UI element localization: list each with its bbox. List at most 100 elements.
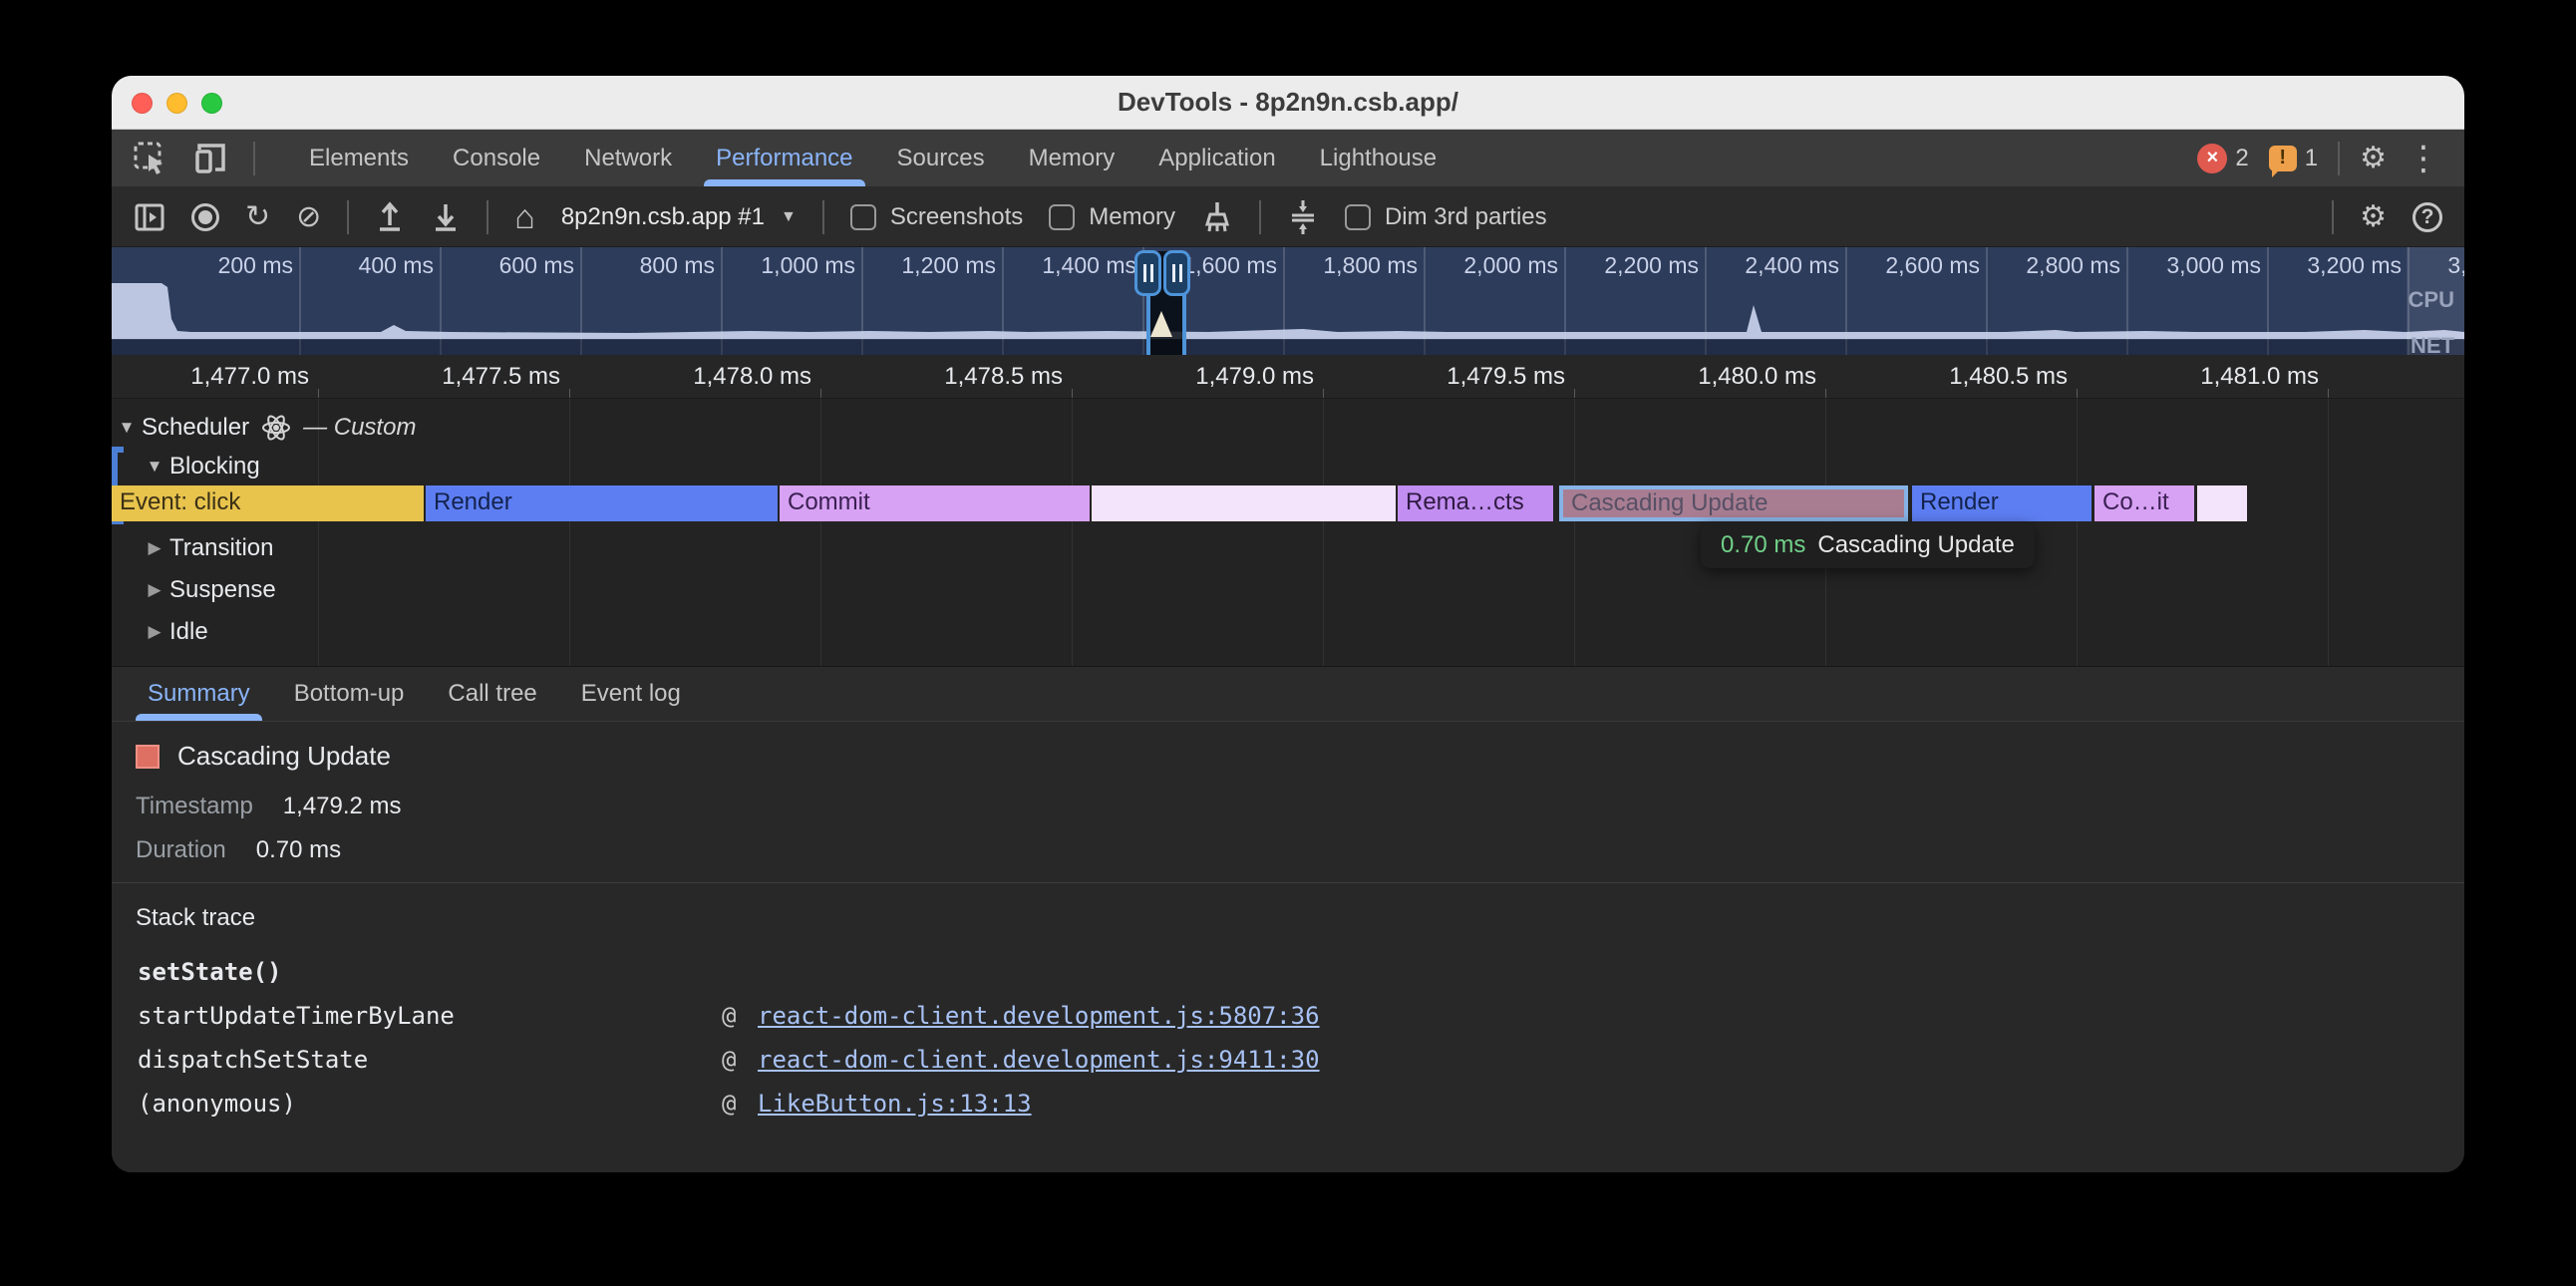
tab-console[interactable]: Console	[431, 130, 562, 186]
event-tooltip: 0.70 ms Cascading Update	[1701, 522, 2035, 568]
tooltip-duration: 0.70 ms	[1721, 531, 1805, 559]
expand-triangle-icon[interactable]: ▼	[140, 457, 169, 477]
ruler-tick: 1,481.0 ms	[2078, 355, 2329, 399]
close-window-button[interactable]	[132, 93, 153, 114]
checkbox-box	[1345, 204, 1371, 230]
details-tab-summary[interactable]: Summary	[126, 667, 272, 721]
warning-badge[interactable]: ! 1	[2269, 145, 2318, 172]
issues-icon: !	[2269, 146, 2297, 171]
track-idle[interactable]: ▶ Idle	[112, 613, 2464, 651]
flame-bar-unnamed[interactable]	[2197, 485, 2247, 521]
stack-at-symbol: @	[722, 1090, 736, 1118]
devtools-tabbar: ElementsConsoleNetworkPerformanceSources…	[112, 130, 2464, 187]
track-transition[interactable]: ▶ Transition	[112, 529, 2464, 567]
tabbar-divider	[253, 142, 255, 175]
stack-fn: (anonymous)	[138, 1090, 296, 1118]
device-toolbar-icon[interactable]	[193, 142, 227, 175]
network-lane	[112, 339, 2464, 355]
record-button[interactable]	[191, 203, 219, 231]
tab-sources[interactable]: Sources	[875, 130, 1007, 186]
collapsed-triangle-icon[interactable]: ▶	[140, 580, 169, 600]
perfbar-right: ⚙ ?	[2332, 200, 2442, 234]
track-suspense[interactable]: ▶ Suspense	[112, 571, 2464, 609]
cpu-spike-highlight	[1150, 311, 1172, 337]
ruler-tick: 1,477.5 ms	[319, 355, 570, 399]
stack-link[interactable]: react-dom-client.development.js:5807:36	[758, 1002, 1320, 1030]
toolbar-divider-3	[822, 200, 824, 234]
tab-network[interactable]: Network	[562, 130, 694, 186]
stack-link[interactable]: LikeButton.js:13:13	[758, 1090, 1032, 1118]
toolbar-divider-4	[1259, 200, 1261, 234]
window-title: DevTools - 8p2n9n.csb.app/	[1118, 87, 1458, 118]
ruler-tick: 1,480.5 ms	[1826, 355, 2078, 399]
flame-bar-render[interactable]: Render	[426, 485, 778, 521]
flame-chart[interactable]: ▼ Scheduler — Custom ▼ Blocking E	[112, 399, 2464, 666]
flame-bar-cascading-update[interactable]: Cascading Update	[1559, 485, 1908, 521]
selection-handle-left[interactable]	[1134, 250, 1161, 296]
flame-bar-event-click[interactable]: Event: click	[112, 485, 424, 521]
zoom-window-button[interactable]	[201, 93, 222, 114]
minimize-window-button[interactable]	[166, 93, 187, 114]
flame-bar-render[interactable]: Render	[1912, 485, 2092, 521]
collapse-view-icon[interactable]	[1287, 200, 1319, 234]
flame-bar-co-it[interactable]: Co…it	[2094, 485, 2194, 521]
tab-elements[interactable]: Elements	[287, 130, 431, 186]
ruler-tick: 1,477.0 ms	[112, 355, 319, 399]
chevron-down-icon: ▼	[781, 208, 797, 226]
dim-third-parties-label: Dim 3rd parties	[1385, 203, 1547, 231]
stack-fn: dispatchSetState	[138, 1046, 368, 1074]
inspect-element-icon[interactable]	[134, 142, 167, 175]
error-count: 2	[2235, 145, 2248, 172]
help-icon[interactable]: ?	[2413, 202, 2442, 232]
details-tab-call-tree[interactable]: Call tree	[426, 667, 558, 721]
error-badge[interactable]: × 2	[2197, 144, 2248, 173]
stack-fn: startUpdateTimerByLane	[138, 1002, 455, 1030]
collapsed-triangle-icon[interactable]: ▶	[140, 538, 169, 558]
toggle-sidebar-icon[interactable]	[134, 201, 165, 233]
ruler-tick: 1,479.0 ms	[1073, 355, 1324, 399]
flame-bar-commit[interactable]: Commit	[780, 485, 1090, 521]
expand-triangle-icon[interactable]: ▼	[112, 418, 142, 438]
flame-bar-rema-cts[interactable]: Rema…cts	[1398, 485, 1553, 521]
toolbar-divider-1	[347, 200, 349, 234]
stack-frame: setState()	[138, 958, 2464, 1002]
memory-checkbox[interactable]: Memory	[1049, 203, 1175, 231]
details-tabbar: SummaryBottom-upCall treeEvent log	[112, 666, 2464, 722]
track-scheduler[interactable]: ▼ Scheduler — Custom	[112, 409, 2464, 447]
tooltip-label: Cascading Update	[1817, 531, 2014, 559]
tab-application[interactable]: Application	[1136, 130, 1297, 186]
checkbox-box	[850, 204, 876, 230]
tab-memory[interactable]: Memory	[1007, 130, 1137, 186]
settings-gear-icon[interactable]: ⚙	[2360, 144, 2387, 173]
clear-button[interactable]: ⊘	[296, 202, 321, 232]
reload-record-button[interactable]: ↻	[245, 202, 270, 232]
upload-profile-icon[interactable]	[375, 201, 405, 233]
download-profile-icon[interactable]	[431, 201, 461, 233]
garbage-collect-icon[interactable]	[1201, 200, 1233, 234]
timeline-overview[interactable]: 200 ms400 ms600 ms800 ms1,000 ms1,200 ms…	[112, 247, 2464, 355]
tab-performance[interactable]: Performance	[694, 130, 874, 186]
details-tab-event-log[interactable]: Event log	[559, 667, 703, 721]
toolbar-divider-5	[2332, 200, 2334, 234]
dim-third-parties-checkbox[interactable]: Dim 3rd parties	[1345, 203, 1547, 231]
stack-frame: (anonymous) @ LikeButton.js:13:13	[138, 1090, 2464, 1133]
cpu-label: CPU	[2409, 287, 2454, 313]
track-blocking[interactable]: ▼ Blocking	[112, 449, 2464, 484]
tabbar-icons	[112, 130, 277, 186]
tab-lighthouse[interactable]: Lighthouse	[1298, 130, 1458, 186]
screenshots-checkbox[interactable]: Screenshots	[850, 203, 1023, 231]
summary-title: Cascading Update	[177, 741, 391, 772]
home-icon[interactable]: ⌂	[514, 200, 535, 234]
scheduler-track-suffix: — Custom	[303, 414, 416, 442]
stack-trace-header: Stack trace	[136, 904, 255, 932]
selection-handle-right[interactable]	[1163, 250, 1190, 296]
timestamp-value: 1,479.2 ms	[283, 793, 402, 820]
more-options-icon[interactable]: ⋮	[2407, 142, 2440, 175]
session-selector[interactable]: 8p2n9n.csb.app #1 ▼	[561, 203, 797, 231]
stack-frame: startUpdateTimerByLane@react-dom-client.…	[138, 1002, 2464, 1046]
stack-link[interactable]: react-dom-client.development.js:9411:30	[758, 1046, 1320, 1074]
collapsed-triangle-icon[interactable]: ▶	[140, 622, 169, 642]
flame-bar-unnamed[interactable]	[1092, 485, 1396, 521]
capture-settings-gear-icon[interactable]: ⚙	[2360, 202, 2387, 232]
details-tab-bottom-up[interactable]: Bottom-up	[272, 667, 427, 721]
